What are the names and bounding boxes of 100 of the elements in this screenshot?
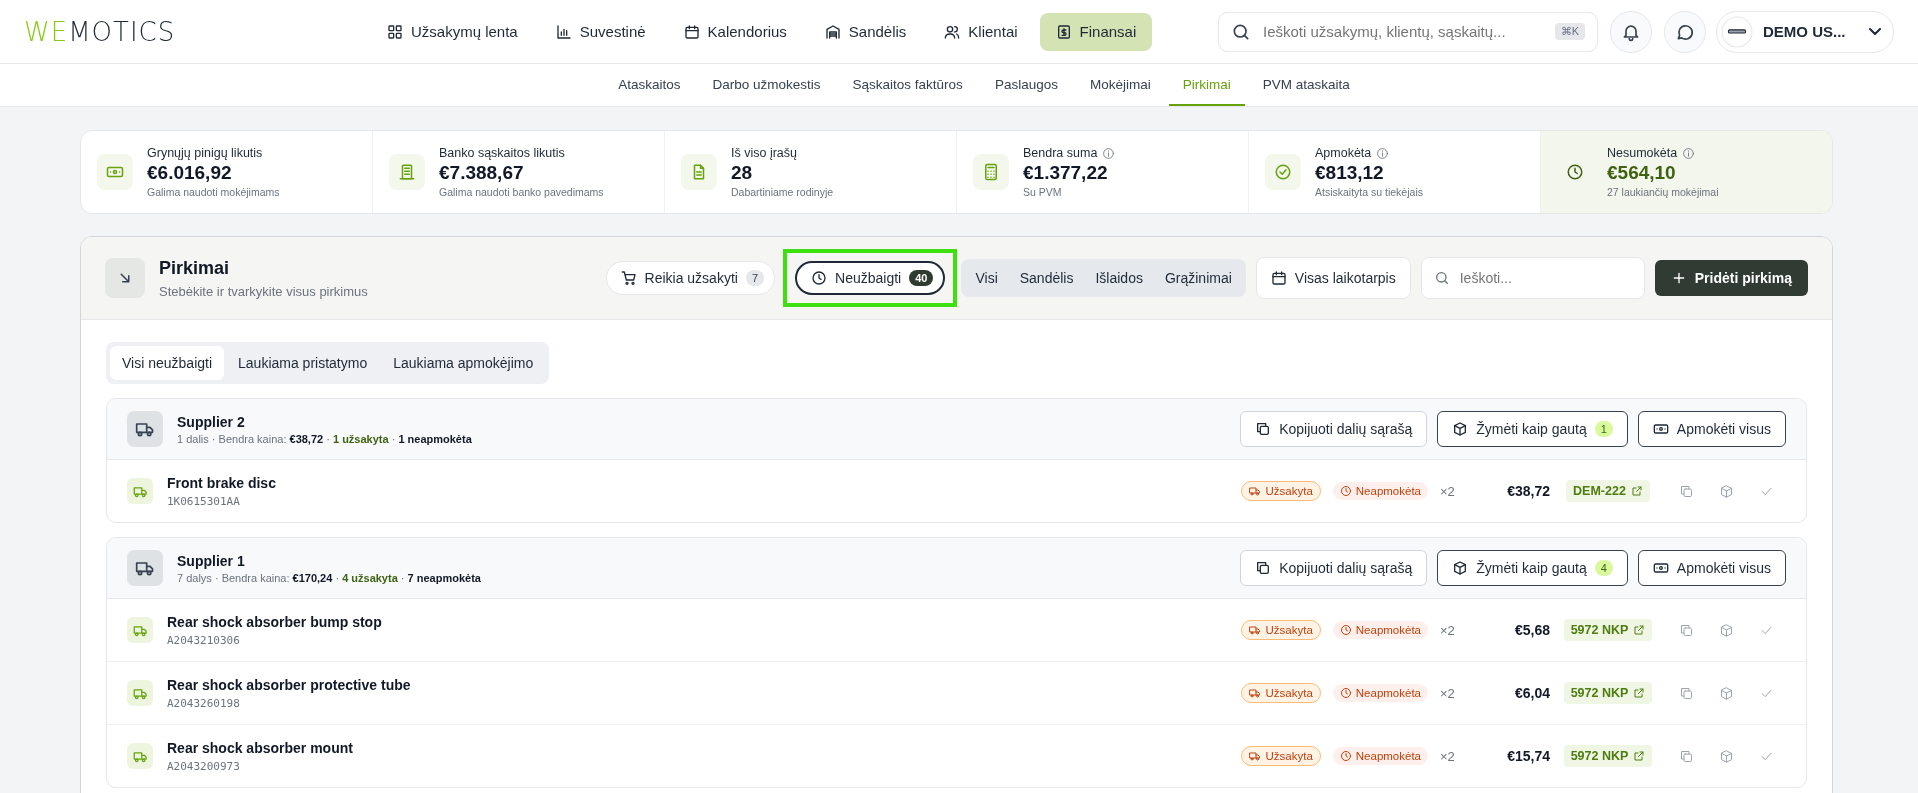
price: €5,68	[1513, 622, 1550, 638]
reference-link[interactable]: 5972 NKP	[1563, 682, 1653, 704]
unpaid-badge: Neapmokėta	[1332, 684, 1428, 702]
stat-label: Iš viso įrašų	[731, 146, 797, 160]
stat-label: Grynųjų pinigų likutis	[147, 146, 263, 160]
clock-icon	[1339, 485, 1352, 497]
count-badge: 1	[1594, 421, 1613, 437]
stat-note: Su PVM	[1023, 186, 1063, 198]
truck-icon	[127, 680, 153, 706]
copy-list-button[interactable]: Kopijuoti dalių sąrašą	[1240, 411, 1428, 447]
filter-button[interactable]: Reikia užsakyti 7	[605, 261, 776, 295]
supplier-name: Supplier 1	[177, 552, 246, 569]
chevron-down-icon	[1869, 28, 1881, 35]
type-filter-tab[interactable]: Visi	[964, 262, 1009, 294]
info-icon	[1102, 146, 1116, 160]
cash-icon	[1652, 421, 1669, 437]
copy-list-button[interactable]: Kopijuoti dalių sąrašą	[1240, 550, 1428, 586]
period-button[interactable]: Visas laikotarpis	[1255, 257, 1411, 299]
stat-value: €6.016,92	[147, 162, 233, 184]
status-tab[interactable]: Visi neužbaigti	[110, 346, 225, 380]
calculator-icon	[973, 154, 1009, 190]
search-input[interactable]: Ieškoti užsakymų, klientų, sąskaitų...	[1261, 22, 1545, 41]
bar-chart-icon	[555, 23, 572, 40]
quantity: ×2	[1440, 622, 1456, 638]
subnav-tab[interactable]: Mokėjimai	[1075, 64, 1165, 106]
subnav-tab[interactable]: Sąskaitos faktūros	[838, 64, 977, 106]
part-code: A2043260198	[167, 696, 241, 710]
type-filter-tab[interactable]: Grąžinimai	[1153, 262, 1243, 294]
stat-value: €813,12	[1315, 162, 1385, 184]
info-icon	[1376, 146, 1390, 160]
chat-button[interactable]	[1664, 10, 1706, 53]
stat-label: Nesumokėta	[1607, 146, 1678, 160]
pay-all-button[interactable]: Apmokėti visus	[1637, 550, 1786, 586]
stat-note: Galima naudoti mokėjimams	[147, 186, 280, 198]
type-filter-tab[interactable]: Sandėlis	[1008, 262, 1085, 294]
stat-value: 28	[731, 162, 754, 184]
search-field[interactable]: Ieškoti...	[1420, 257, 1645, 299]
stat-value: €1.377,22	[1023, 162, 1109, 184]
subnav-tab[interactable]: Darbo užmokestis	[698, 64, 835, 106]
reference-link[interactable]: DEM-222	[1566, 480, 1650, 502]
status-tab[interactable]: Laukiama pristatymo	[226, 346, 380, 380]
ordered-badge: Užsakyta	[1241, 683, 1321, 703]
external-link-icon	[1633, 687, 1646, 699]
mark-received-button[interactable]: Žymėti kaip gautą 1	[1437, 411, 1628, 447]
subnav-tab[interactable]: PVM ataskaita	[1248, 64, 1364, 106]
building-icon	[389, 154, 425, 190]
stat-note: Dabartiniame rodinyje	[731, 186, 834, 198]
count-badge: 40	[909, 270, 934, 286]
nav-tab[interactable]: Klientai	[928, 12, 1034, 51]
external-link-icon	[1633, 624, 1646, 636]
search-input[interactable]: Ieškoti...	[1457, 269, 1632, 287]
nav-tab[interactable]: Kalendorius	[667, 12, 803, 51]
stat-note: Galima naudoti banko pavedimams	[439, 186, 604, 198]
nav-tab[interactable]: Užsakymų lenta	[371, 12, 534, 51]
truck-icon	[127, 617, 153, 643]
pay-all-button[interactable]: Apmokėti visus	[1637, 411, 1786, 447]
truck-icon	[127, 478, 153, 504]
subnav-tab[interactable]: Ataskaitos	[604, 64, 695, 106]
clock-icon	[1339, 624, 1352, 636]
cart-icon	[620, 270, 637, 286]
copy-icon	[1678, 622, 1694, 638]
reference-link[interactable]: 5972 NKP	[1563, 619, 1653, 641]
notifications-button[interactable]	[1610, 10, 1652, 53]
mark-received-button[interactable]: Žymėti kaip gautą 4	[1437, 550, 1628, 586]
search-field[interactable]: Ieškoti užsakymų, klientų, sąskaitų... ⌘K	[1218, 11, 1598, 52]
truck-icon	[127, 411, 163, 447]
truck-icon	[127, 743, 153, 769]
add-purchase-button[interactable]: Pridėti pirkimą	[1654, 260, 1808, 296]
avatar-icon	[1721, 15, 1753, 48]
external-link-icon	[1633, 750, 1646, 762]
nav-tab[interactable]: Finansai	[1039, 12, 1153, 51]
reference-link[interactable]: 5972 NKP	[1563, 745, 1653, 767]
package-icon	[1718, 685, 1734, 701]
copy-icon	[1678, 685, 1694, 701]
subnav-tab[interactable]: Paslaugos	[980, 64, 1072, 106]
nav-tab[interactable]: Suvestinė	[539, 12, 662, 51]
button-label: Žymėti kaip gautą	[1476, 560, 1587, 576]
unpaid-badge: Neapmokėta	[1332, 482, 1428, 500]
logo[interactable]: WE MOTICS	[24, 16, 354, 47]
ordered-badge: Užsakyta	[1241, 746, 1321, 766]
calendar-icon	[1270, 270, 1287, 286]
external-link-icon	[1630, 485, 1643, 497]
package-icon	[1718, 622, 1734, 638]
part-name: Rear shock absorber mount	[167, 739, 354, 756]
package-icon	[1718, 483, 1734, 499]
price: €6,04	[1513, 685, 1550, 701]
copy-icon	[1255, 560, 1272, 576]
stat-label: Apmokėta	[1315, 146, 1372, 160]
calendar-icon	[683, 23, 700, 40]
unpaid-badge: Neapmokėta	[1332, 747, 1428, 765]
ordered-badge: Užsakyta	[1241, 481, 1321, 501]
dollar-icon	[1055, 23, 1072, 40]
copy-icon	[1255, 421, 1272, 437]
status-tab[interactable]: Laukiama apmokėjimo	[381, 346, 546, 380]
type-filter-tab[interactable]: Išlaidos	[1084, 262, 1154, 294]
filter-button[interactable]: Neužbaigti 40	[795, 261, 946, 295]
nav-tab[interactable]: Sandėlis	[808, 12, 923, 51]
panel-subtitle: Stebėkite ir tvarkykite visus pirkimus	[159, 283, 368, 299]
price: €38,72	[1506, 483, 1550, 499]
stat-value: €564,10	[1607, 162, 1677, 184]
